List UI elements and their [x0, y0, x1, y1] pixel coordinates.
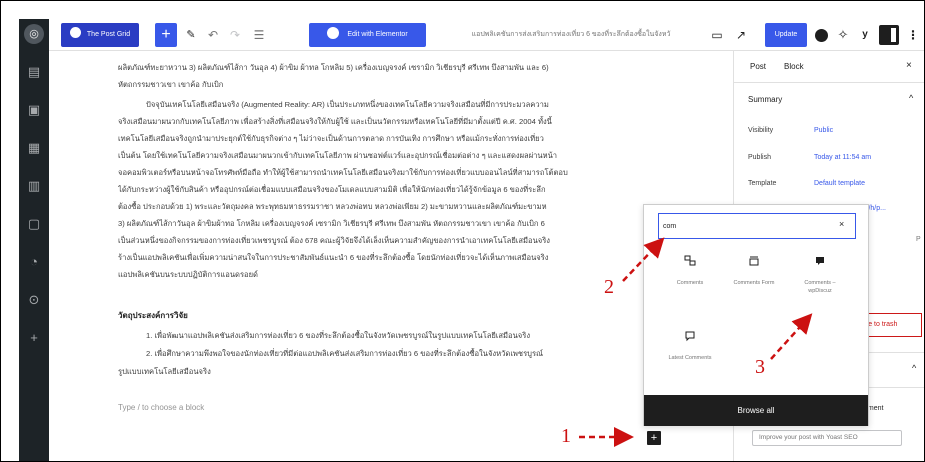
tab-block[interactable]: Block — [784, 62, 804, 71]
admin-sidebar: ◎ ▤ ▣ ▦ ▥ ▢ ◔ ⊙ + — [19, 19, 49, 461]
plugins-icon[interactable]: ⊙ — [25, 291, 43, 309]
editor-canvas: ผลิตภัณฑ์ทะยาหวาน 3) ผลิตภัณฑ์ไส้กา วันอ… — [49, 51, 733, 461]
list-item: 1. เพื่อพัฒนาแอปพลิเคชันส่งเสริมการท่องเ… — [146, 331, 531, 340]
more-options-icon[interactable]: ⋮ — [907, 23, 919, 47]
paragraph-line: ต้องซื้อ ประกอบด้วย 1) พระและวัตถุมงคล พ… — [118, 202, 547, 211]
block-search-input[interactable] — [663, 218, 833, 234]
objectives-list[interactable]: 1. เพื่อพัฒนาแอปพลิเคชันส่งเสริมการท่องเ… — [118, 327, 698, 381]
view-post-icon[interactable]: ↗ — [733, 23, 749, 47]
block-label: Latest Comments — [668, 355, 712, 361]
appearance-icon[interactable]: ◔ — [25, 253, 43, 271]
add-new-icon[interactable]: + — [25, 329, 43, 347]
list-item: 2. เพื่อศึกษาความพึงพอใจของนักท่องเที่ยว… — [146, 349, 544, 358]
editor-toolbar: The Post Grid + ✎ ↶ ↷ ☰ Edit with Elemen… — [49, 19, 924, 51]
panel-fragment: P — [916, 236, 921, 243]
chevron-up-icon[interactable]: ^ — [912, 363, 916, 373]
step-number-1: 1 — [561, 425, 571, 447]
block-search-box: × — [658, 213, 856, 239]
step-number-2: 2 — [604, 276, 614, 298]
document-overview-icon[interactable]: ☰ — [251, 23, 267, 47]
block-comments-form[interactable]: Comments Form — [726, 255, 782, 325]
block-wpdiscuz[interactable]: Comments – wpDiscuz — [792, 255, 848, 325]
paragraph-line: ผลิตภัณฑ์ทะยาหวาน 3) ผลิตภัณฑ์ไส้กา วันอ… — [118, 63, 549, 72]
visibility-value[interactable]: Public — [814, 127, 833, 134]
block-comments[interactable]: Comments — [662, 255, 718, 325]
elementor-label: Edit with Elementor — [347, 31, 408, 38]
post-grid-button[interactable]: The Post Grid — [61, 23, 139, 47]
plugin-circle-icon[interactable] — [813, 23, 829, 47]
latest-comments-icon — [662, 330, 718, 346]
dashboard-icon[interactable]: ▤ — [25, 63, 43, 81]
yoast-seo-button[interactable]: Improve your post with Yoast SEO — [752, 430, 902, 446]
editor-screenshot: ◎ ▤ ▣ ▦ ▥ ▢ ◔ ⊙ + The Post Grid + ✎ ↶ ↷ … — [0, 0, 925, 462]
paragraph-line: ปัจจุบันเทคโนโลยีเสมือนจริง (Augmented R… — [146, 100, 549, 109]
yoast-icon[interactable]: y — [857, 23, 873, 47]
settings-panel-icon[interactable] — [879, 25, 899, 45]
block-latest-comments[interactable]: Latest Comments — [662, 330, 718, 400]
pages-icon[interactable]: ▥ — [25, 177, 43, 195]
empty-block-placeholder[interactable]: Type / to choose a block — [118, 403, 204, 412]
redo-icon[interactable]: ↷ — [227, 23, 243, 47]
paragraph-line: จอคอมพิวเตอร์หรือบนหน้าจอโทรศัพท์มือถือ … — [118, 168, 568, 177]
paragraph-block[interactable]: ผลิตภัณฑ์ทะยาหวาน 3) ผลิตภัณฑ์ไส้กา วันอ… — [118, 59, 706, 93]
clear-search-icon[interactable]: × — [839, 219, 844, 229]
settings-tabs: Post Block × — [734, 51, 924, 83]
post-grid-label: The Post Grid — [86, 31, 131, 38]
elementor-icon — [327, 27, 340, 39]
tab-post[interactable]: Post — [750, 62, 766, 71]
objectives-heading[interactable]: วัตถุประสงค์การวิจัย — [118, 309, 188, 322]
browse-all-button[interactable]: Browse all — [644, 395, 868, 426]
update-button[interactable]: Update — [765, 23, 807, 47]
paragraph-line: ร้างเป็นแอปพลิเคชันเพื่อเพิ่มความน่าสนใจ… — [118, 253, 549, 262]
post-grid-icon — [69, 27, 81, 38]
block-inserter-toggle[interactable]: + — [155, 23, 177, 47]
tools-icon[interactable]: ✎ — [183, 23, 199, 47]
paragraph-line: เทคโนโลยีเสมือนจริงถูกนำมาประยุกต์ใช้กับ… — [118, 134, 544, 143]
template-value[interactable]: Default template — [814, 180, 865, 187]
undo-icon[interactable]: ↶ — [205, 23, 221, 47]
paragraph-line: หัตถกรรมชาวเขา เขาค้อ กับเบิก — [118, 80, 224, 89]
summary-panel-title[interactable]: Summary — [748, 95, 782, 104]
block-inserter-popover: × Comments Comments Form Comments – wpDi… — [643, 204, 869, 426]
media-icon[interactable]: ▦ — [25, 139, 43, 157]
template-label: Template — [748, 180, 777, 187]
block-label: Comments Form — [733, 280, 775, 286]
wpdiscuz-icon — [792, 255, 848, 271]
step-number-3: 3 — [755, 356, 765, 378]
site-logo-icon[interactable]: ◎ — [24, 24, 44, 44]
paragraph-line: เป็นต้น โดยใช้เทคโนโลยีความจริงเสมือนมาผ… — [118, 151, 558, 160]
comments-icon — [662, 255, 718, 271]
sparkle-icon[interactable]: ✧ — [835, 23, 851, 47]
edit-with-elementor-button[interactable]: Edit with Elementor — [309, 23, 426, 47]
comments-menu-icon[interactable]: ▢ — [25, 215, 43, 233]
list-item-continuation: รูปแบบเทคโนโลยีเสมือนจริง — [118, 367, 211, 376]
paragraph-line: ได้กับกระหว่างผู้ใช้กับสินค้า หรืออุปกรณ… — [118, 185, 546, 194]
block-label: Comments — [676, 280, 704, 286]
paragraph-line: แอปพลิเคชันบนระบบปฏิบัติการแอนดรอยด์ — [118, 270, 258, 279]
paragraph-line: จริงเสมือนมาผนวกกับเทคโนโลยีภาพ เพื่อสร้… — [118, 117, 552, 126]
document-title-bar[interactable]: แอปพลิเคชันการส่งเสริมการท่องเที่ยว 6 ขอ… — [429, 24, 713, 46]
paragraph-line: เป็นส่วนหนึ่งของกิจกรรมของการท่องเที่ยวเ… — [118, 236, 551, 245]
inline-block-inserter-button[interactable]: + — [647, 431, 661, 445]
preview-icon[interactable]: ▭ — [709, 23, 725, 47]
chevron-up-icon[interactable]: ^ — [909, 93, 913, 103]
posts-icon[interactable]: ▣ — [25, 101, 43, 119]
block-label: Comments – wpDiscuz — [804, 280, 836, 294]
publish-date-value[interactable]: Today at 11:54 am — [814, 154, 871, 161]
publish-label: Publish — [748, 154, 771, 161]
close-icon[interactable]: × — [906, 60, 912, 71]
paragraph-line: 3) ผลิตภัณฑ์ไส้กาวันอุล ผ้าขิมผ้าทอ โกหล… — [118, 219, 545, 228]
paragraph-block[interactable]: ปัจจุบันเทคโนโลยีเสมือนจริง (Augmented R… — [118, 96, 706, 283]
visibility-label: Visibility — [748, 127, 774, 134]
comments-form-icon — [726, 255, 782, 271]
